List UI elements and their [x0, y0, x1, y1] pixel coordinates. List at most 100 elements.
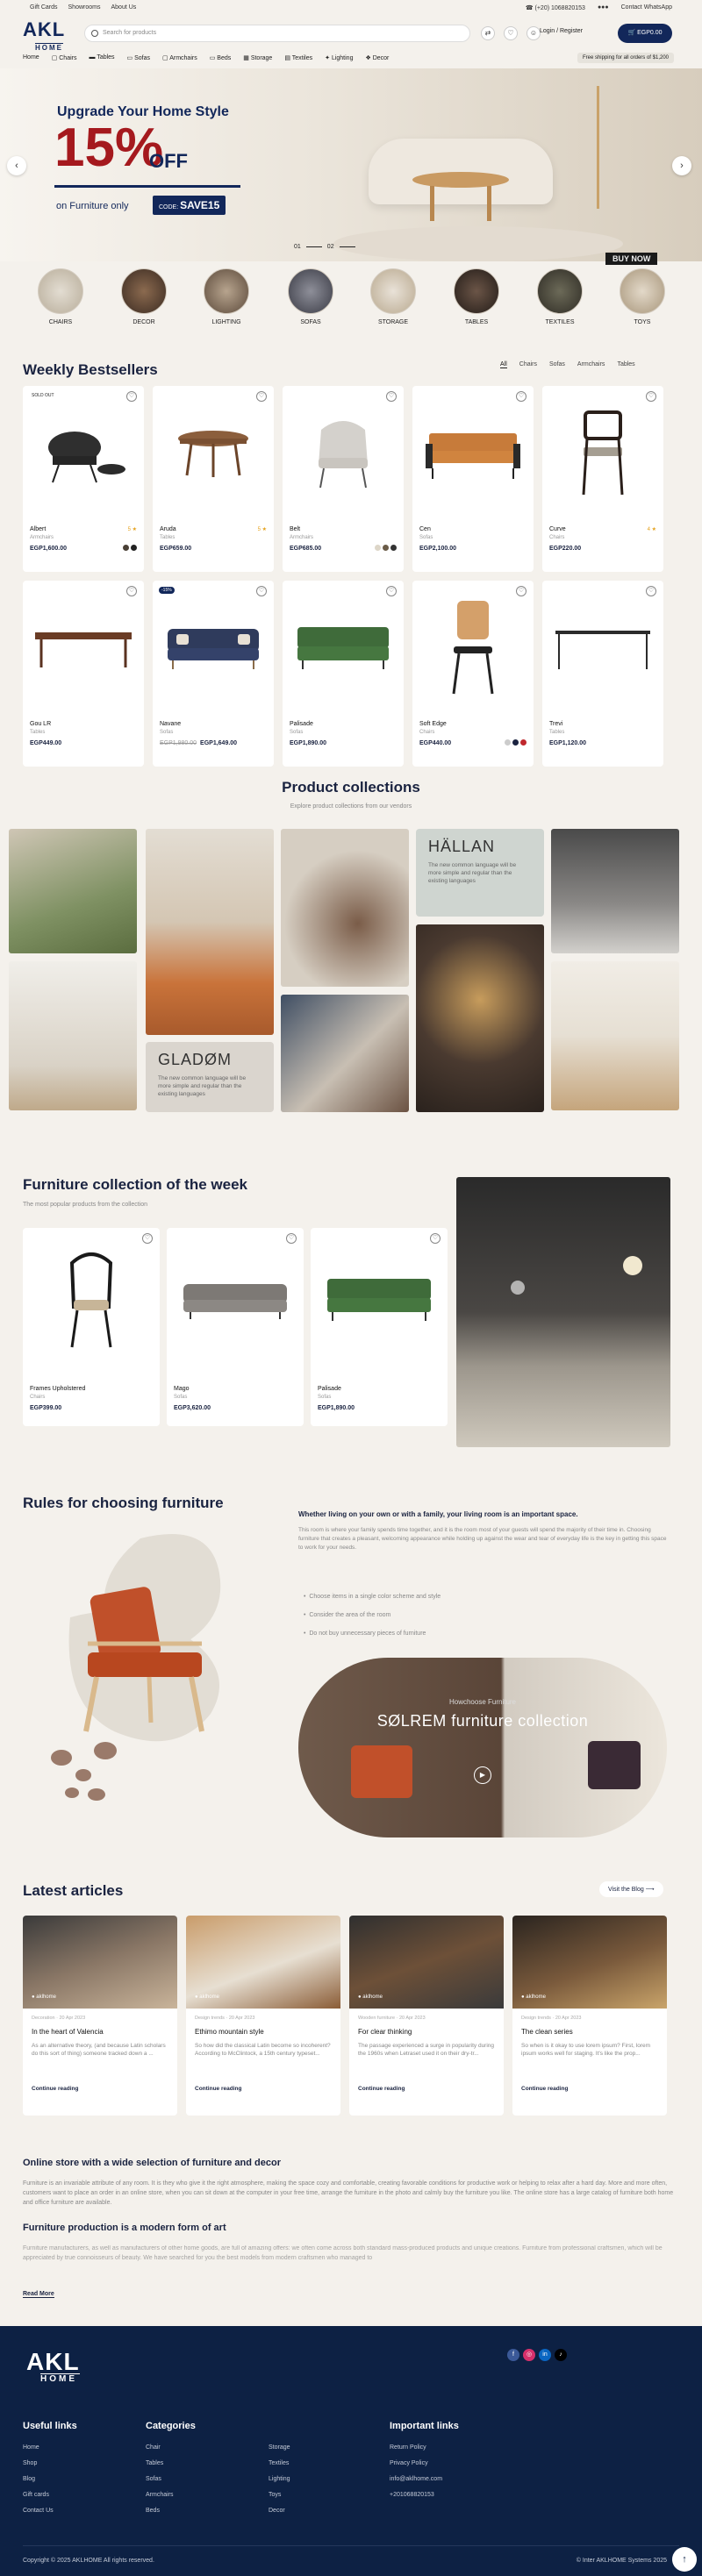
continue-reading-link[interactable]: Continue reading [358, 2086, 405, 2092]
category-sofas[interactable]: SOFAS [284, 268, 337, 325]
facebook-icon[interactable]: f [507, 2349, 519, 2361]
collection-image[interactable] [9, 829, 137, 953]
product-card[interactable]: ♡ Gou LR Tables EGP449.00 [23, 581, 144, 767]
article-title[interactable]: Ethimo mountain style [195, 2028, 264, 2036]
collection-image[interactable] [281, 995, 409, 1112]
product-name[interactable]: Navane [160, 721, 181, 727]
footer-link[interactable]: Privacy Policy [390, 2456, 442, 2472]
category-storage[interactable]: STORAGE [367, 268, 419, 325]
footer-link[interactable]: Gift cards [23, 2487, 54, 2503]
product-name[interactable]: Curve [549, 526, 566, 532]
instagram-icon[interactable]: ◎ [523, 2349, 535, 2361]
tab-all[interactable]: All [500, 361, 507, 368]
read-more-link[interactable]: Read More [23, 2291, 54, 2298]
collection-image[interactable] [551, 961, 679, 1110]
product-card[interactable]: SOLD OUT ♡ Albert 5 ★ Armchairs EGP1,600… [23, 386, 144, 572]
product-name[interactable]: Soft Edge [419, 721, 447, 727]
footer-email[interactable]: info@aklhome.com [390, 2472, 442, 2487]
footer-link[interactable]: Sofas [146, 2472, 174, 2487]
wishlist-heart-icon[interactable]: ♡ [646, 391, 656, 402]
product-card[interactable]: ♡ Palisade Sofas EGP1,890.00 [283, 581, 404, 767]
product-name[interactable]: Aruda [160, 526, 176, 532]
collection-image[interactable] [416, 924, 544, 1112]
product-name[interactable]: Mago [174, 1386, 190, 1392]
slide-1[interactable]: 01 [294, 244, 301, 250]
product-card[interactable]: ♡ Frames Upholstered Chairs EGP399.00 [23, 1228, 160, 1426]
product-name[interactable]: Palisade [318, 1386, 341, 1392]
product-card[interactable]: ♡ Belt Armchairs EGP685.00 [283, 386, 404, 572]
footer-link[interactable]: Shop [23, 2456, 54, 2472]
category-lighting[interactable]: LIGHTING [200, 268, 253, 325]
wishlist-heart-icon[interactable]: ♡ [516, 586, 526, 596]
footer-phone[interactable]: +201068820153 [390, 2487, 442, 2503]
nav-beds[interactable]: ▭ Beds [210, 54, 232, 61]
product-card[interactable]: ♡ Palisade Sofas EGP1,890.00 [311, 1228, 448, 1426]
footer-link[interactable]: Blog [23, 2472, 54, 2487]
collection-image[interactable] [281, 829, 409, 987]
product-name[interactable]: Frames Upholstered [30, 1386, 85, 1392]
product-card[interactable]: ♡ Aruda 5 ★ Tables EGP659.00 [153, 386, 274, 572]
about-us-link[interactable]: About Us [111, 4, 136, 11]
whatsapp-link[interactable]: Contact WhatsApp [621, 4, 672, 11]
slide-pagination[interactable]: 01 02 [294, 244, 355, 250]
footer-link[interactable]: Chair [146, 2440, 174, 2456]
visit-blog-button[interactable]: Visit the Blog ⟶ [599, 1881, 663, 1897]
tab-chairs[interactable]: Chairs [519, 361, 537, 368]
nav-lighting[interactable]: ✦ Lighting [325, 54, 353, 61]
hero-banner[interactable]: Upgrade Your Home Style 15% OFF on Furni… [0, 68, 702, 261]
footer-link[interactable]: Textiles [269, 2456, 290, 2472]
user-icon[interactable]: ☺ [526, 26, 541, 40]
article-card[interactable]: ● aklhome Wooden furniture · 20 Apr 2023… [349, 1916, 504, 2116]
continue-reading-link[interactable]: Continue reading [521, 2086, 568, 2092]
wishlist-heart-icon[interactable]: ♡ [516, 391, 526, 402]
article-card[interactable]: ● aklhome Design trends · 20 Apr 2023 Th… [512, 1916, 667, 2116]
tab-armchairs[interactable]: Armchairs [577, 361, 605, 368]
category-toys[interactable]: TOYS [616, 268, 669, 325]
login-link[interactable]: Login / Register [540, 28, 583, 34]
wishlist-heart-icon[interactable]: ♡ [430, 1233, 441, 1244]
color-swatches[interactable] [123, 545, 137, 551]
article-title[interactable]: For clear thinking [358, 2028, 412, 2036]
product-card[interactable]: ♡ Trevi Tables EGP1,120.00 [542, 581, 663, 767]
wishlist-heart-icon[interactable]: ♡ [646, 586, 656, 596]
buy-now-badge[interactable]: BUY NOW [605, 253, 658, 265]
wishlist-heart-icon[interactable]: ♡ [256, 391, 267, 402]
footer-link[interactable]: Lighting [269, 2472, 290, 2487]
product-card[interactable]: ♡ Mago Sofas EGP3,620.00 [167, 1228, 304, 1426]
article-card[interactable]: ● aklhome Design trends · 20 Apr 2023 Et… [186, 1916, 340, 2116]
nav-storage[interactable]: ▦ Storage [243, 54, 272, 61]
product-card[interactable]: ♡ Cen Sofas EGP2,100.00 [412, 386, 534, 572]
search-input[interactable]: Search for products [84, 25, 470, 42]
tiktok-icon[interactable]: ♪ [555, 2349, 567, 2361]
gift-cards-link[interactable]: Gift Cards [30, 4, 58, 11]
wishlist-heart-icon[interactable]: ♡ [142, 1233, 153, 1244]
collection-image[interactable] [146, 829, 274, 1035]
product-card[interactable]: -15% ♡ Navane Sofas EGP1,980.00 EGP1,649.… [153, 581, 274, 767]
category-tables[interactable]: TABLES [450, 268, 503, 325]
wishlist-heart-icon[interactable]: ♡ [126, 586, 137, 596]
phone-number[interactable]: ☎ (+20) 1068820153 [526, 4, 585, 11]
footer-link[interactable]: Beds [146, 2503, 174, 2519]
tab-tables[interactable]: Tables [617, 361, 634, 368]
footer-logo[interactable]: AKL HOME [26, 2350, 80, 2384]
hotspot-icon[interactable] [511, 1281, 525, 1295]
wishlist-heart-icon[interactable]: ♡ [386, 586, 397, 596]
wishlist-icon[interactable]: ♡ [504, 26, 518, 40]
product-name[interactable]: Trevi [549, 721, 562, 727]
footer-link[interactable]: Contact Us [23, 2503, 54, 2519]
collection-image[interactable] [9, 961, 137, 1110]
play-icon[interactable]: ▶ [474, 1766, 491, 1784]
footer-link[interactable]: Tables [146, 2456, 174, 2472]
color-swatches[interactable] [505, 739, 526, 746]
product-name[interactable]: Gou LR [30, 721, 51, 727]
product-name[interactable]: Albert [30, 526, 46, 532]
category-decor[interactable]: DECOR [118, 268, 170, 325]
hallan-collection[interactable]: HÄLLAN The new common language will be m… [416, 829, 544, 917]
gladom-collection[interactable]: GLADØM The new common language will be m… [146, 1042, 274, 1112]
continue-reading-link[interactable]: Continue reading [32, 2086, 78, 2092]
product-card[interactable]: ♡ Soft Edge Chairs EGP440.00 [412, 581, 534, 767]
product-card[interactable]: ♡ Curve 4 ★ Chairs EGP220.00 [542, 386, 663, 572]
showrooms-link[interactable]: Showrooms [68, 4, 101, 11]
wishlist-heart-icon[interactable]: ♡ [286, 1233, 297, 1244]
product-name[interactable]: Palisade [290, 721, 313, 727]
